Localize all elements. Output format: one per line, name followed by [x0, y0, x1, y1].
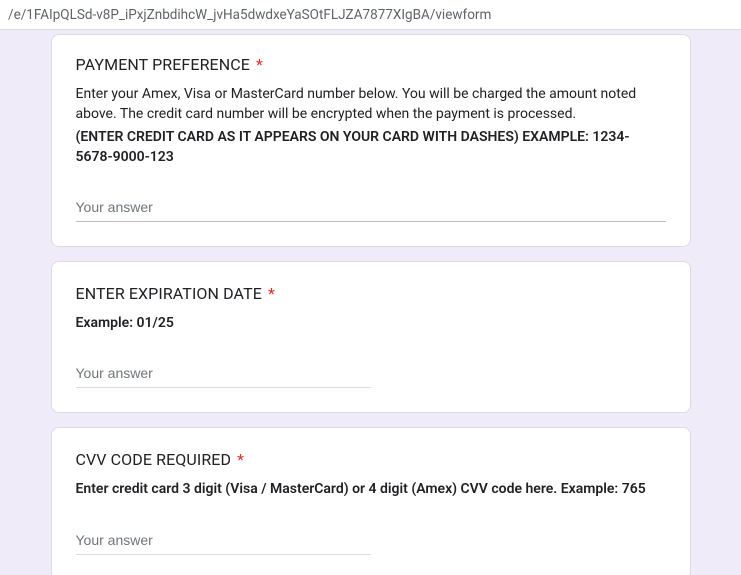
question-card-cvv: CVV CODE REQUIRED * Enter credit card 3 …: [51, 427, 691, 575]
question-title-text: PAYMENT PREFERENCE: [76, 55, 250, 74]
payment-input[interactable]: [76, 195, 666, 222]
question-title-text: ENTER EXPIRATION DATE: [76, 284, 262, 303]
answer-wrap-expiration: [76, 361, 371, 388]
question-title-payment: PAYMENT PREFERENCE *: [76, 55, 666, 74]
question-desc-expiration: Example: 01/25: [76, 313, 666, 333]
question-desc-cvv: Enter credit card 3 digit (Visa / Master…: [76, 479, 666, 499]
question-card-payment: PAYMENT PREFERENCE * Enter your Amex, Vi…: [51, 34, 691, 247]
question-title-expiration: ENTER EXPIRATION DATE *: [76, 284, 666, 303]
url-text: /e/1FAIpQLSd-v8P_iPxjZnbdihcW_jvHa5dwdxe…: [8, 7, 491, 23]
required-asterisk: *: [266, 284, 275, 303]
expiration-input[interactable]: [76, 361, 371, 388]
url-bar: /e/1FAIpQLSd-v8P_iPxjZnbdihcW_jvHa5dwdxe…: [0, 0, 741, 30]
cvv-input[interactable]: [76, 528, 371, 555]
question-title-cvv: CVV CODE REQUIRED *: [76, 450, 666, 469]
question-desc-payment-line2: (ENTER CREDIT CARD AS IT APPEARS ON YOUR…: [76, 127, 666, 168]
form-container: PAYMENT PREFERENCE * Enter your Amex, Vi…: [51, 34, 691, 575]
required-asterisk: *: [235, 450, 244, 469]
answer-wrap-cvv: [76, 528, 371, 555]
form-background: PAYMENT PREFERENCE * Enter your Amex, Vi…: [0, 30, 741, 575]
required-asterisk: *: [254, 55, 263, 74]
question-title-text: CVV CODE REQUIRED: [76, 450, 232, 469]
answer-wrap-payment: [76, 195, 666, 222]
question-desc-payment-line1: Enter your Amex, Visa or MasterCard numb…: [76, 84, 666, 125]
question-card-expiration: ENTER EXPIRATION DATE * Example: 01/25: [51, 261, 691, 413]
